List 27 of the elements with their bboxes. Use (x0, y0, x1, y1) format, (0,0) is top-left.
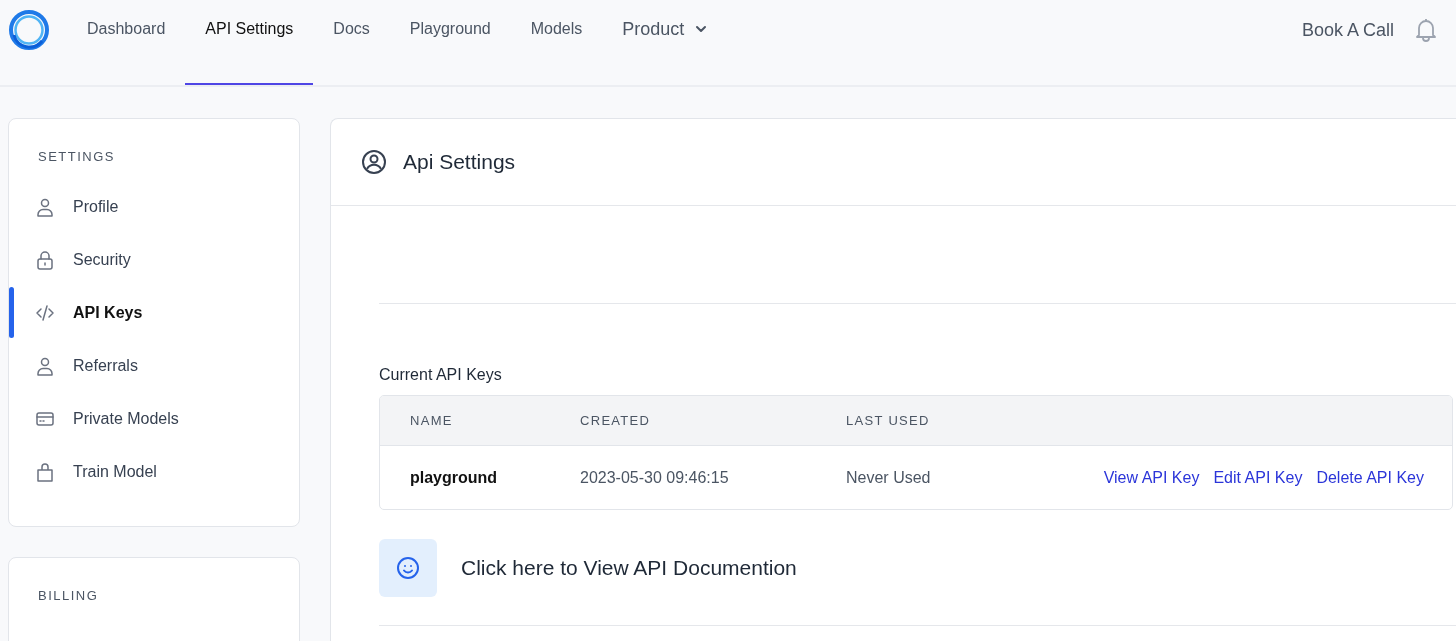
nav-link[interactable]: API Settings (185, 0, 314, 85)
table-cell-text: Never Used (845, 467, 932, 488)
sidebar-item[interactable]: Profile (9, 180, 299, 233)
sidebar-item[interactable]: Train Model (9, 445, 299, 498)
column-header: CREATED (550, 396, 816, 446)
sidebar-item[interactable]: Referrals (9, 339, 299, 392)
table-cell-text: 2023-05-30 09:46:15 (579, 467, 730, 488)
nav-link[interactable]: Models (510, 0, 603, 85)
nav-link[interactable]: Playground (389, 0, 511, 85)
action-link[interactable]: Delete API Key (1316, 468, 1424, 486)
sidebar-item[interactable]: Private Models (9, 392, 299, 445)
sidebar-item[interactable]: Security (9, 233, 299, 286)
panel-title: Api Settings (403, 150, 516, 174)
nav-link[interactable]: Product (602, 0, 729, 85)
action-link[interactable]: Edit API Key (1213, 468, 1303, 486)
table-cell-text: playground (409, 467, 499, 488)
book-call-link[interactable]: Book A Call (1301, 19, 1394, 41)
action-link[interactable]: View API Key (1103, 468, 1200, 486)
documentation-link[interactable]: Click here to View API Documention (461, 556, 797, 580)
nav-link[interactable]: Dashboard (67, 0, 186, 85)
nav-link[interactable]: Docs (313, 0, 390, 85)
column-header: NAME (380, 396, 550, 446)
sidebar-item[interactable]: API Keys (9, 286, 299, 339)
column-header: LAST USED (816, 396, 1046, 446)
section-title: BILLING (37, 588, 100, 603)
section-title: SETTINGS (37, 149, 116, 164)
section-title: Current API Keys (379, 366, 503, 384)
